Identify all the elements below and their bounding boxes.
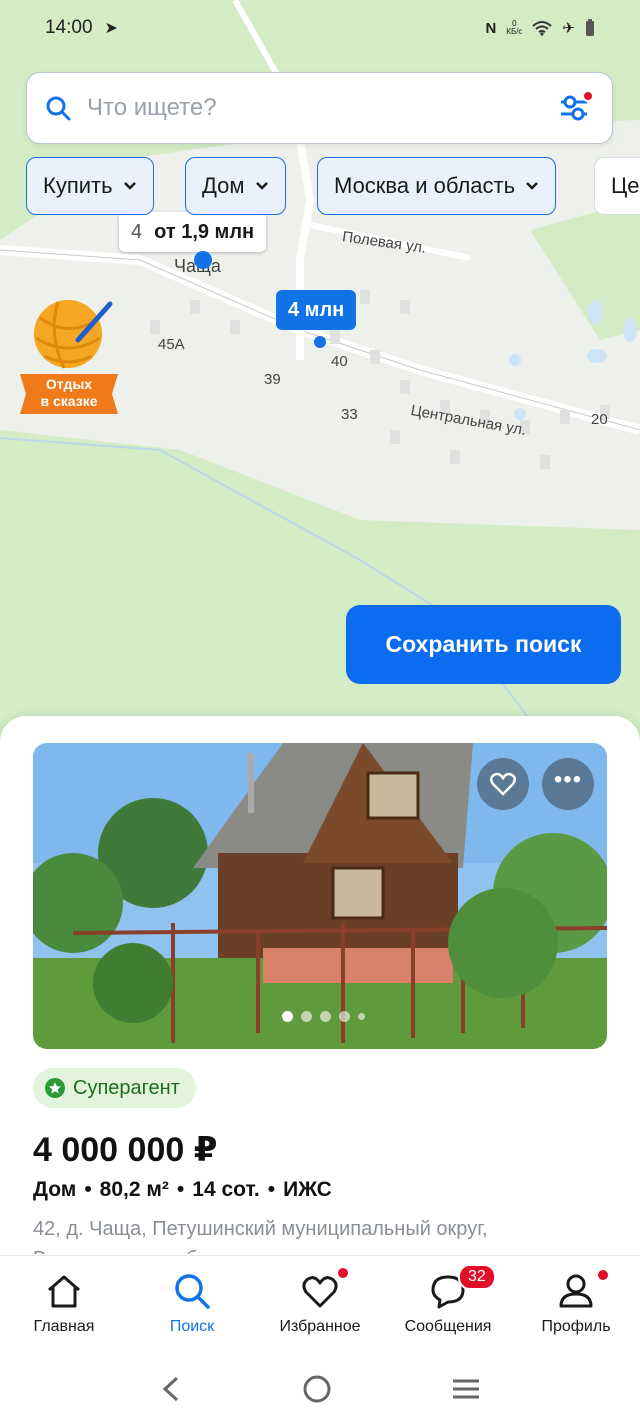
search-bar[interactable]: Что ищете? [26, 72, 613, 144]
pagination-dot [320, 1011, 331, 1022]
save-search-button[interactable]: Сохранить поиск [346, 605, 621, 684]
cluster-count: 4 [131, 220, 143, 243]
home-circle-icon[interactable] [302, 1374, 332, 1404]
tab-label: Поиск [169, 1318, 215, 1335]
pagination-dot [358, 1013, 365, 1020]
chip-buy[interactable]: Купить [26, 157, 154, 215]
chip-price[interactable]: Це [594, 157, 640, 215]
status-time: 14:00 [45, 17, 93, 38]
search-placeholder[interactable]: Что ищете? [87, 94, 554, 122]
tab-label: Сообщения [404, 1318, 492, 1335]
map-cluster-pin[interactable]: 4 от 1,9 млн [119, 212, 267, 252]
battery-icon [586, 19, 594, 36]
filter-notification-dot [582, 90, 594, 102]
heart-icon [490, 772, 516, 796]
chevron-down-icon [255, 182, 268, 190]
favorite-button[interactable] [477, 758, 529, 810]
search-icon [46, 96, 71, 121]
tab-label: Профиль [541, 1318, 611, 1335]
listing-params: Дом • 80,2 м² • 14 сот. • ИЖС [33, 1178, 332, 1201]
tab-search[interactable]: Поиск [128, 1256, 256, 1355]
tab-label: Главная [33, 1318, 95, 1335]
heart-icon [302, 1276, 338, 1308]
map-cluster-dot[interactable] [194, 251, 212, 269]
photo-pagination [282, 1011, 365, 1022]
listing-address: 42, д. Чаща, Петушинский муниципальный о… [33, 1218, 488, 1254]
param-land: 14 сот. [192, 1178, 260, 1201]
promo-badge[interactable]: Отдых в сказке [18, 298, 120, 422]
filter-button[interactable] [554, 88, 594, 128]
promo-line-1: Отдых [45, 376, 93, 392]
wifi-icon [532, 21, 553, 36]
pagination-dot [301, 1011, 312, 1022]
status-bar: 14:00 ➤ N 0 КБ/с ✈ [0, 0, 640, 56]
cluster-price: от 1,9 млн [154, 220, 255, 243]
chip-label: Це [611, 173, 640, 198]
favorites-notification-dot [336, 1266, 350, 1280]
chevron-down-icon [526, 182, 538, 190]
param-type: Дом [33, 1178, 77, 1201]
pagination-dot [339, 1011, 350, 1022]
tab-messages[interactable]: 32 Сообщения [384, 1256, 512, 1355]
tab-home[interactable]: Главная [0, 1256, 128, 1355]
house-number-label: 40 [331, 353, 348, 370]
chip-house[interactable]: Дом [185, 157, 286, 215]
badge-label: Суперагент [73, 1076, 180, 1099]
house-number-label: 39 [264, 371, 281, 388]
tab-label: Избранное [279, 1318, 361, 1335]
superagent-badge[interactable]: Суперагент [33, 1068, 196, 1108]
home-icon [48, 1275, 80, 1308]
chip-label: Купить [43, 173, 113, 198]
house-number-label: 45А [158, 336, 185, 353]
chevron-down-icon [123, 182, 136, 190]
house-number-label: 33 [341, 406, 358, 423]
tab-favorites[interactable]: Избранное [256, 1256, 384, 1355]
listing-price: 4 000 000 ₽ [33, 1131, 218, 1169]
back-icon[interactable] [159, 1375, 183, 1403]
chip-label: Москва и область [334, 173, 516, 198]
star-badge-icon [45, 1078, 65, 1098]
tab-profile[interactable]: Профиль [512, 1256, 640, 1355]
speed-unit: КБ/с [506, 27, 523, 36]
pagination-dot [282, 1011, 293, 1022]
search-icon [175, 1274, 210, 1309]
messages-counter-badge: 32 [458, 1264, 496, 1290]
navigation-arrow-icon: ➤ [104, 20, 118, 37]
system-navigation-bar [0, 1355, 640, 1423]
param-category: ИЖС [283, 1178, 332, 1201]
map-price-pin[interactable]: 4 млн [276, 290, 357, 330]
chip-region[interactable]: Москва и область [317, 157, 557, 215]
promo-line-2: в сказке [40, 393, 98, 409]
network-speed: 0 КБ/с [506, 20, 522, 36]
bottom-tab-bar: Главная Поиск Избранное 32 Сообщения Про… [0, 1255, 640, 1355]
house-number-label: 20 [591, 411, 608, 428]
profile-notification-dot [596, 1268, 610, 1282]
recents-menu-icon[interactable] [451, 1377, 481, 1401]
param-area: 80,2 м² [99, 1178, 169, 1201]
map-location-dot[interactable] [314, 336, 326, 348]
more-options-button[interactable]: ••• [542, 758, 594, 810]
chip-label: Дом [202, 173, 245, 198]
profile-icon [559, 1274, 593, 1308]
pin-price: 4 млн [288, 298, 345, 321]
airplane-icon: ✈ [562, 20, 575, 37]
ellipsis-icon: ••• [553, 766, 583, 793]
nfc-icon: N [485, 19, 497, 37]
